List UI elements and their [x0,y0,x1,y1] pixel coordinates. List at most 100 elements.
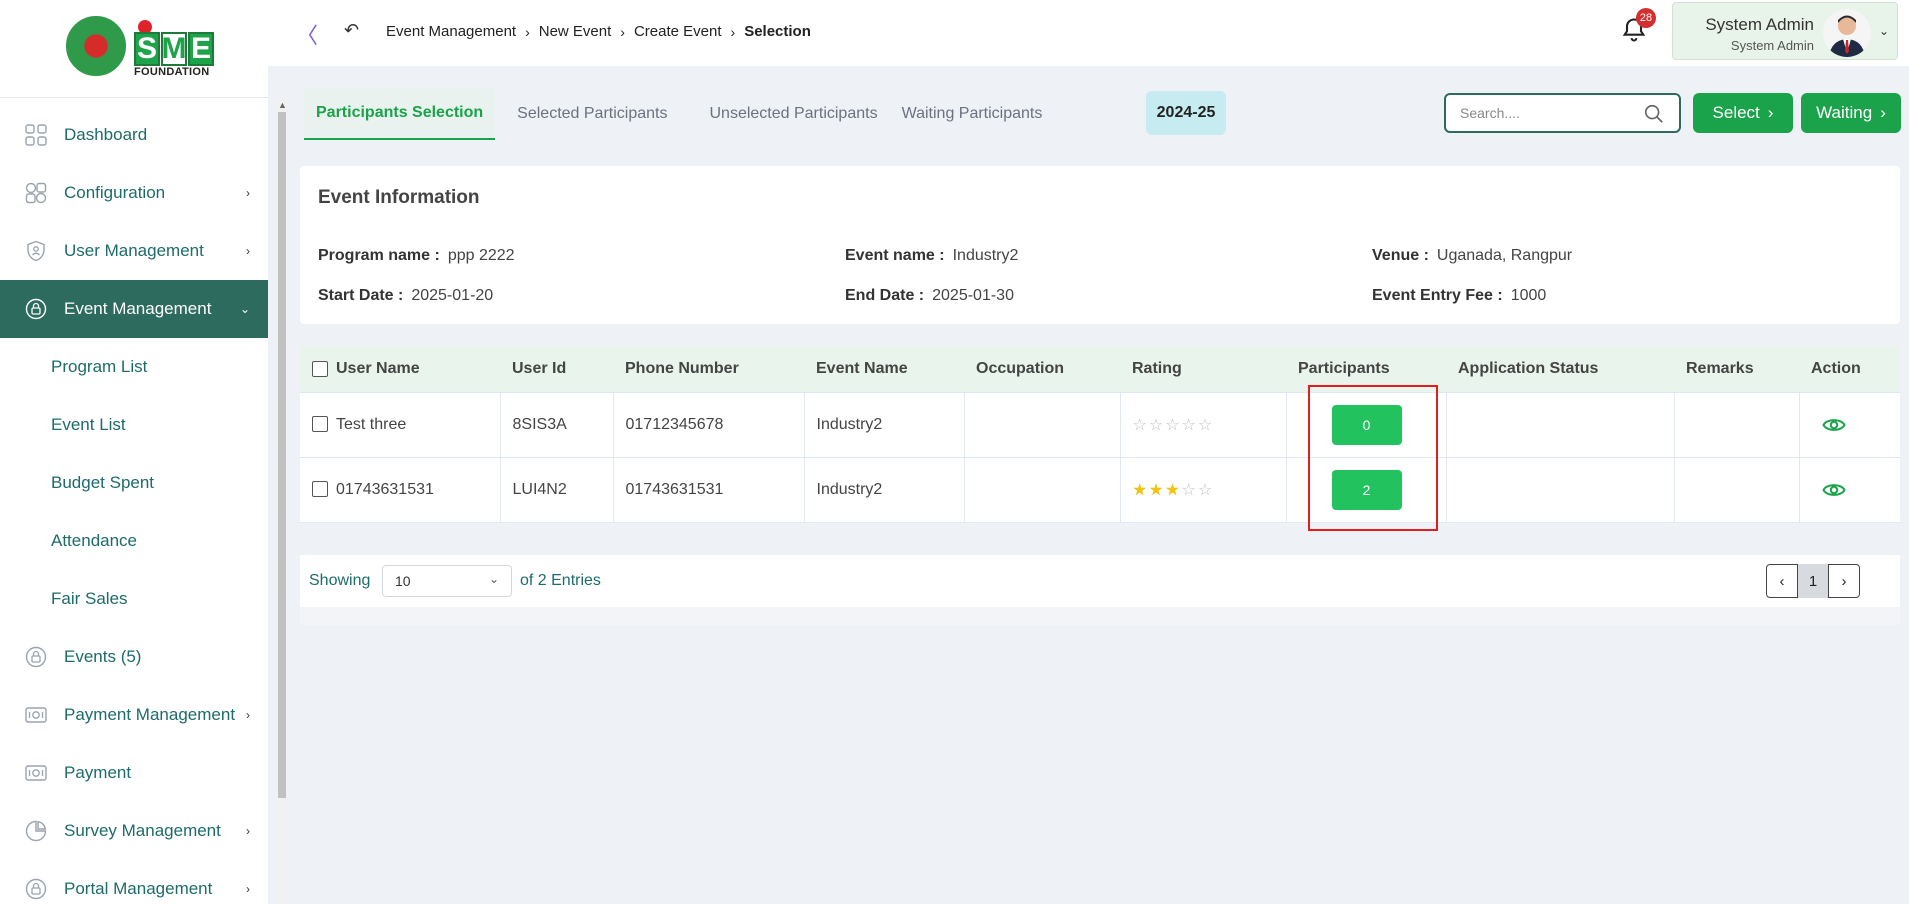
breadcrumb-create-event[interactable]: Create Event [634,23,722,40]
remarks-cell [1673,456,1800,523]
phone-cell: 01712345678 [612,391,805,458]
sidebar-item-portal-management[interactable]: Portal Management › [0,860,268,904]
event-name-field: Event name : Industry2 [845,247,1019,264]
sidebar-subitem-fair-sales[interactable]: Fair Sales [0,570,268,628]
participants-count-button[interactable]: 0 [1331,404,1402,445]
sidebar-item-label: Dashboard [64,125,148,144]
sidebar-item-label: Portal Management [64,879,213,898]
venue-field: Venue : Uganada, Rangpur [1372,247,1573,264]
star-empty-icon[interactable]: ☆ [1165,415,1179,435]
sidebar-item-payment-management[interactable]: Payment Management › [0,686,268,744]
star-empty-icon[interactable]: ☆ [1182,415,1196,435]
end-date-field: End Date :2025-01-30 [845,287,1014,304]
occupation-cell [963,456,1121,523]
select-all-checkbox[interactable] [312,360,328,377]
start-date-field: Start Date :2025-01-20 [318,287,494,304]
star-empty-icon[interactable]: ☆ [1133,415,1147,435]
rating-stars: ★ ★ ★ ☆ ☆ [1133,480,1286,500]
page-size-select[interactable]: 10 ⌄ [382,565,512,597]
event-name-cell: Industry2 [803,456,965,523]
breadcrumb: Event Management › New Event › Create Ev… [386,23,811,40]
breadcrumb-selection: Selection [744,23,811,40]
event-name-cell: Industry2 [803,391,965,458]
column-phone-number: Phone Number [625,359,739,377]
phone-cell: 01743631531 [612,456,805,523]
tab-unselected-participants[interactable]: Unselected Participants [697,88,889,140]
sidebar-item-payment[interactable]: Payment [0,744,268,802]
prev-page-button[interactable]: ‹ [1766,564,1798,598]
tab-waiting-participants[interactable]: Waiting Participants [890,88,1055,140]
chevron-down-icon[interactable]: ⌄ [1879,24,1889,38]
scroll-up-icon[interactable]: ▲ [278,100,287,110]
user-id-cell: 8SIS3A [499,391,614,458]
search-icon[interactable] [1643,103,1665,125]
program-name-field: Program name : ppp 2222 [318,247,515,264]
back-icon[interactable]: ↶ [344,20,359,41]
chevron-right-icon: › [1767,103,1774,122]
user-id-cell: LUI4N2 [499,456,614,523]
sidebar-item-configuration[interactable]: Configuration › [0,164,268,222]
chevron-down-icon: ⌄ [488,572,499,586]
view-eye-icon[interactable] [1821,413,1846,437]
column-remarks: Remarks [1686,359,1754,377]
participants-count-button[interactable]: 2 [1331,469,1402,510]
tab-selected-participants[interactable]: Selected Participants [505,88,679,140]
star-empty-icon[interactable]: ☆ [1182,480,1196,500]
star-filled-icon[interactable]: ★ [1149,480,1163,500]
view-eye-icon[interactable] [1821,478,1846,502]
top-header: 〈 ↶ Event Management › New Event › Creat… [268,0,1909,66]
action-cell [1798,391,1900,458]
avatar [1823,9,1871,57]
star-empty-icon[interactable]: ☆ [1149,415,1163,435]
next-page-button[interactable]: › [1828,564,1860,598]
sidebar-item-label: User Management [64,241,204,260]
config-icon [24,181,48,205]
cash-icon [24,761,48,785]
column-rating: Rating [1132,359,1182,377]
star-empty-icon[interactable]: ☆ [1198,480,1212,500]
sidebar-item-label: Event Management [64,299,212,318]
search-input[interactable] [1460,105,1630,121]
user-name-cell: 01743631531 [336,480,434,498]
user-role: System Admin [1730,38,1814,53]
sidebar-item-user-management[interactable]: User Management › [0,222,268,280]
lock-circle-icon [24,645,48,669]
page-1-button[interactable]: 1 [1798,564,1828,598]
star-empty-icon[interactable]: ☆ [1198,415,1212,435]
breadcrumb-event-management[interactable]: Event Management [386,23,516,40]
select-button[interactable]: Select › [1693,93,1793,133]
user-menu[interactable]: System Admin System Admin ⌄ [1672,2,1898,60]
chevron-right-icon: › [620,23,625,40]
sidebar-subitem-event-list[interactable]: Event List [0,396,268,454]
column-event-name: Event Name [816,359,908,377]
chevron-right-icon: › [246,882,250,896]
waiting-button[interactable]: Waiting › [1801,93,1901,133]
chevron-right-icon: › [246,824,250,838]
page-size-value: 10 [395,573,411,589]
star-filled-icon[interactable]: ★ [1133,480,1147,500]
table-footer: Showing 10 ⌄ of 2 Entries ‹ 1 › [300,555,1900,607]
notification-count-badge: 28 [1636,8,1656,28]
star-filled-icon[interactable]: ★ [1165,480,1179,500]
logo-area: SME FOUNDATION [0,0,268,98]
chevron-right-icon: › [730,23,736,40]
sidebar-subitem-program-list[interactable]: Program List [0,338,268,396]
row-checkbox[interactable] [312,481,328,498]
sidebar-subitem-budget-spent[interactable]: Budget Spent [0,454,268,512]
lock-circle-icon [24,297,48,321]
row-checkbox[interactable] [312,416,328,433]
sidebar-item-event-management[interactable]: Event Management ⌄ [0,280,268,338]
sidebar-item-events-5[interactable]: Events (5) [0,628,268,686]
collapse-sidebar-icon[interactable]: 〈 [296,18,318,50]
application-status-cell [1445,391,1675,458]
tab-participants-selection[interactable]: Participants Selection [304,88,496,140]
scroll-thumb[interactable] [278,112,286,798]
sidebar-scrollbar[interactable]: ▲ [276,98,288,904]
entries-count: of 2 Entries [520,572,601,589]
breadcrumb-new-event[interactable]: New Event [539,23,612,40]
sidebar-subitem-attendance[interactable]: Attendance [0,512,268,570]
sidebar-item-dashboard[interactable]: Dashboard [0,106,268,164]
sidebar-item-survey-management[interactable]: Survey Management › [0,802,268,860]
sidebar-item-label: Payment Management [64,705,236,724]
showing-label: Showing [309,572,371,589]
